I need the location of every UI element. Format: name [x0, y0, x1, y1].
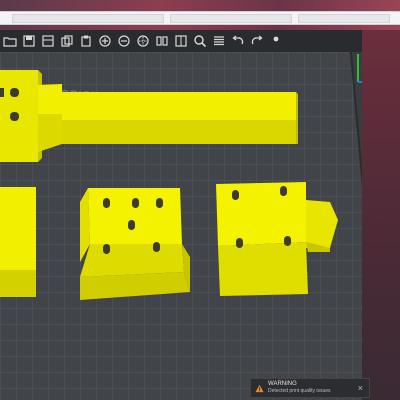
undo-icon[interactable]	[230, 33, 246, 49]
add-icon[interactable]	[97, 33, 113, 49]
search-field[interactable]	[170, 14, 292, 23]
model-part-middle[interactable]	[80, 188, 190, 300]
folder-open-icon[interactable]	[2, 33, 18, 49]
search-icon[interactable]	[192, 33, 208, 49]
close-icon[interactable]: ×	[358, 383, 363, 393]
browser-address-bar[interactable]	[0, 11, 400, 25]
copy-icon[interactable]	[59, 33, 75, 49]
mirror-icon[interactable]	[173, 33, 189, 49]
split-icon[interactable]	[154, 33, 170, 49]
dot-icon[interactable]	[268, 33, 284, 49]
redo-icon[interactable]	[249, 33, 265, 49]
warning-notification[interactable]: WARNING Detected print quality issues ×	[250, 378, 370, 398]
layers-icon[interactable]	[211, 33, 227, 49]
warning-message: Detected print quality issues	[268, 388, 331, 394]
warning-title: WARNING	[268, 381, 297, 387]
address-field[interactable]	[12, 14, 164, 23]
warning-icon	[255, 384, 264, 392]
model-part-left[interactable]	[0, 187, 36, 297]
remove-icon[interactable]	[116, 33, 132, 49]
3d-viewport[interactable]: ORIGINAL	[0, 52, 362, 400]
save-icon[interactable]	[21, 33, 37, 49]
paste-icon[interactable]	[78, 33, 94, 49]
layout-icon[interactable]	[40, 33, 56, 49]
background-right	[362, 30, 400, 400]
viewport-canvas[interactable]: ORIGINAL	[0, 52, 362, 400]
slicer-toolbar	[0, 30, 362, 52]
extension-field[interactable]	[298, 14, 390, 23]
cut-icon[interactable]	[135, 33, 151, 49]
